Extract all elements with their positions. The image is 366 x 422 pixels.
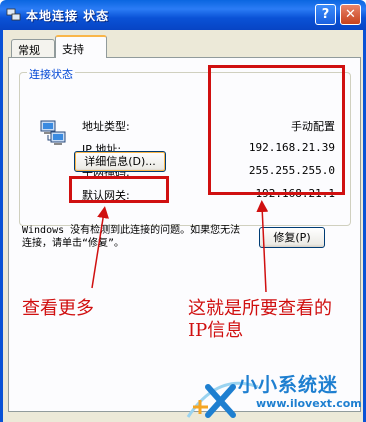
tab-support[interactable]: 支持 xyxy=(55,35,107,58)
annotation-ip-line1: 这就是所要查看的 xyxy=(188,298,332,319)
arrow-to-details xyxy=(91,206,109,289)
annotation-arrows xyxy=(91,200,269,293)
annotation-ip-line2: IP信息 xyxy=(188,320,244,341)
arrow-to-ip-info xyxy=(256,200,269,293)
watermark-text: 小小系统迷 xyxy=(238,374,339,396)
annotation-see-more: 查看更多 xyxy=(22,298,94,319)
watermark-url: www.ilovext.com xyxy=(256,397,362,410)
annotation-ip-info: 这就是所要查看的 IP信息 xyxy=(188,298,332,342)
